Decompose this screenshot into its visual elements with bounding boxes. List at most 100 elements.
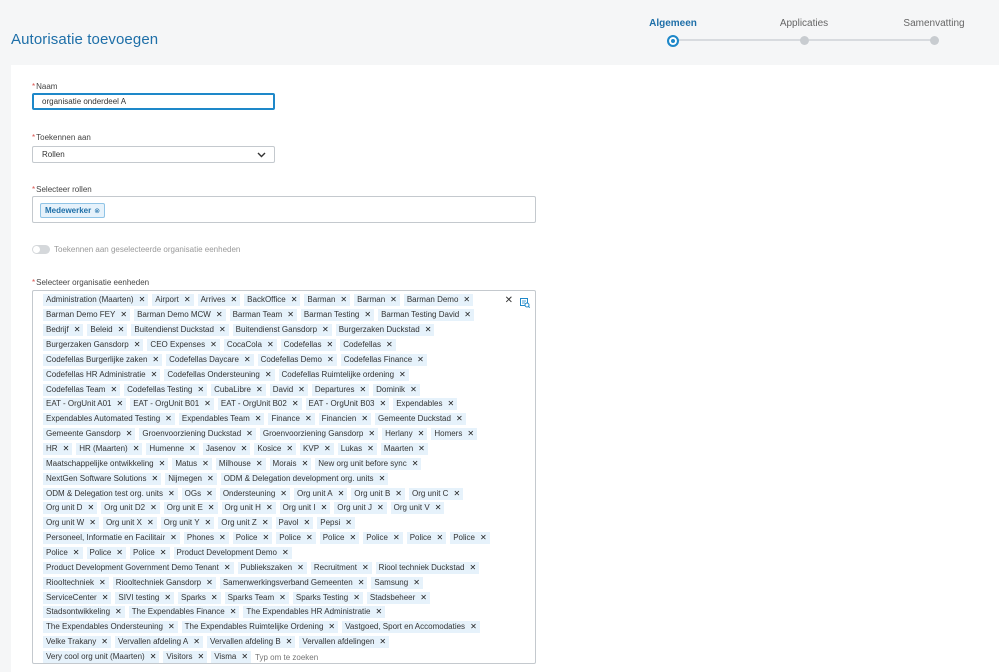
remove-tag-icon[interactable]: ✕ [377,502,384,514]
remove-tag-icon[interactable]: ✕ [286,443,293,455]
remove-tag-icon[interactable]: ✕ [379,398,386,410]
remove-tag-icon[interactable]: ✕ [364,309,371,321]
remove-tag-icon[interactable]: ✕ [464,309,471,321]
remove-tag-icon[interactable]: ✕ [379,636,386,648]
remove-tag-icon[interactable]: ✕ [256,384,263,396]
remove-tag-icon[interactable]: ✕ [326,339,333,351]
remove-tag-icon[interactable]: ✕ [425,324,432,336]
remove-tag-icon[interactable]: ✕ [279,592,286,604]
remove-tag-icon[interactable]: ✕ [159,458,166,470]
remove-tag-icon[interactable]: ✕ [134,339,141,351]
remove-tag-icon[interactable]: ✕ [266,502,273,514]
remove-tag-icon[interactable]: ✕ [87,502,94,514]
remove-tag-icon[interactable]: ✕ [470,562,477,574]
org-unit-search-input[interactable] [255,652,346,662]
remove-tag-icon[interactable]: ✕ [467,428,474,440]
remove-tag-icon[interactable]: ✕ [241,651,248,663]
remove-tag-icon[interactable]: ✕ [116,547,123,559]
remove-tag-icon[interactable]: ✕ [390,294,397,306]
remove-tag-icon[interactable]: ✕ [368,428,375,440]
remove-tag-icon[interactable]: ✕ [327,354,334,366]
remove-tag-icon[interactable]: ✕ [263,532,270,544]
remove-tag-icon[interactable]: ✕ [350,532,357,544]
remove-tag-icon[interactable]: ✕ [246,428,253,440]
remove-tag-icon[interactable]: ✕ [302,458,309,470]
remove-tag-icon[interactable]: ✕ [73,547,80,559]
remove-tag-icon[interactable]: ✕ [168,621,175,633]
remove-tag-icon[interactable]: ✕ [126,428,133,440]
remove-tag-icon[interactable]: ✕ [328,621,335,633]
remove-tag-icon[interactable]: ✕ [338,488,345,500]
remove-tag-icon[interactable]: ✕ [395,488,402,500]
remove-tag-icon[interactable]: ✕ [420,592,427,604]
remove-tag-icon[interactable]: ✕ [211,592,218,604]
remove-tag-icon[interactable]: ✕ [453,488,460,500]
remove-tag-icon[interactable]: ✕ [447,398,454,410]
remove-tag-icon[interactable]: ✕ [197,384,204,396]
remove-tag-icon[interactable]: ✕ [255,413,262,425]
roles-multiselect[interactable]: Medewerker ⊗ [32,196,536,223]
remove-tag-icon[interactable]: ✕ [184,294,191,306]
remove-tag-icon[interactable]: ✕ [359,384,366,396]
remove-tag-icon[interactable]: ✕ [115,606,122,618]
remove-tag-icon[interactable]: ✕ [345,517,352,529]
remove-tag-icon[interactable]: ✕ [286,636,293,648]
step-samenvatting[interactable]: Samenvatting [889,18,979,45]
remove-tag-icon[interactable]: ✕ [410,384,417,396]
remove-tag-icon[interactable]: ✕ [147,517,154,529]
remove-tag-icon[interactable]: ✕ [463,294,470,306]
remove-tag-icon[interactable]: ✕ [101,636,108,648]
remove-tag-icon[interactable]: ✕ [358,577,365,589]
remove-tag-icon[interactable]: ✕ [205,517,212,529]
remove-tag-icon[interactable]: ✕ [216,309,223,321]
remove-tag-icon[interactable]: ✕ [322,324,329,336]
remove-tag-icon[interactable]: ✕ [413,577,420,589]
remove-tag-icon[interactable]: ✕ [150,502,157,514]
remove-tag-icon[interactable]: ✕ [297,562,304,574]
remove-tag-icon[interactable]: ✕ [480,532,487,544]
remove-tag-icon[interactable]: ✕ [110,384,117,396]
remove-tag-icon[interactable]: ✕ [120,309,127,321]
remove-tag-icon[interactable]: ✕ [256,458,263,470]
remove-chip-icon[interactable]: ⊗ [94,208,100,215]
remove-tag-icon[interactable]: ✕ [412,458,419,470]
remove-tag-icon[interactable]: ✕ [282,547,289,559]
step-algemeen[interactable]: Algemeen [628,18,718,47]
remove-tag-icon[interactable]: ✕ [324,443,331,455]
remove-tag-icon[interactable]: ✕ [206,577,213,589]
assign-to-select[interactable]: Rollen [32,146,275,163]
remove-tag-icon[interactable]: ✕ [204,398,211,410]
name-input[interactable]: organisatie onderdeel A [32,93,275,110]
remove-tag-icon[interactable]: ✕ [198,651,205,663]
remove-tag-icon[interactable]: ✕ [418,443,425,455]
remove-tag-icon[interactable]: ✕ [262,517,269,529]
remove-tag-icon[interactable]: ✕ [219,324,226,336]
remove-tag-icon[interactable]: ✕ [437,532,444,544]
remove-tag-icon[interactable]: ✕ [89,517,96,529]
remove-tag-icon[interactable]: ✕ [393,532,400,544]
remove-tag-icon[interactable]: ✕ [102,592,109,604]
remove-tag-icon[interactable]: ✕ [230,294,237,306]
remove-tag-icon[interactable]: ✕ [152,354,159,366]
step-applicaties[interactable]: Applicaties [759,18,849,45]
remove-tag-icon[interactable]: ✕ [151,369,158,381]
remove-tag-icon[interactable]: ✕ [219,532,226,544]
remove-tag-icon[interactable]: ✕ [306,532,313,544]
remove-tag-icon[interactable]: ✕ [170,532,177,544]
role-chip-medewerker[interactable]: Medewerker ⊗ [40,203,106,218]
remove-tag-icon[interactable]: ✕ [160,547,167,559]
remove-tag-icon[interactable]: ✕ [386,339,393,351]
org-units-multiselect[interactable]: Administration (Maarten) ✕ Airport ✕ Arrives… [32,290,536,664]
remove-tag-icon[interactable]: ✕ [189,443,196,455]
remove-tag-icon[interactable]: ✕ [267,339,274,351]
remove-tag-icon[interactable]: ✕ [152,473,159,485]
remove-tag-icon[interactable]: ✕ [224,562,231,574]
remove-tag-icon[interactable]: ✕ [435,502,442,514]
remove-tag-icon[interactable]: ✕ [361,413,368,425]
remove-tag-icon[interactable]: ✕ [321,502,328,514]
remove-tag-icon[interactable]: ✕ [375,606,382,618]
remove-tag-icon[interactable]: ✕ [379,473,386,485]
remove-tag-icon[interactable]: ✕ [193,636,200,648]
remove-tag-icon[interactable]: ✕ [133,443,140,455]
remove-tag-icon[interactable]: ✕ [287,309,294,321]
